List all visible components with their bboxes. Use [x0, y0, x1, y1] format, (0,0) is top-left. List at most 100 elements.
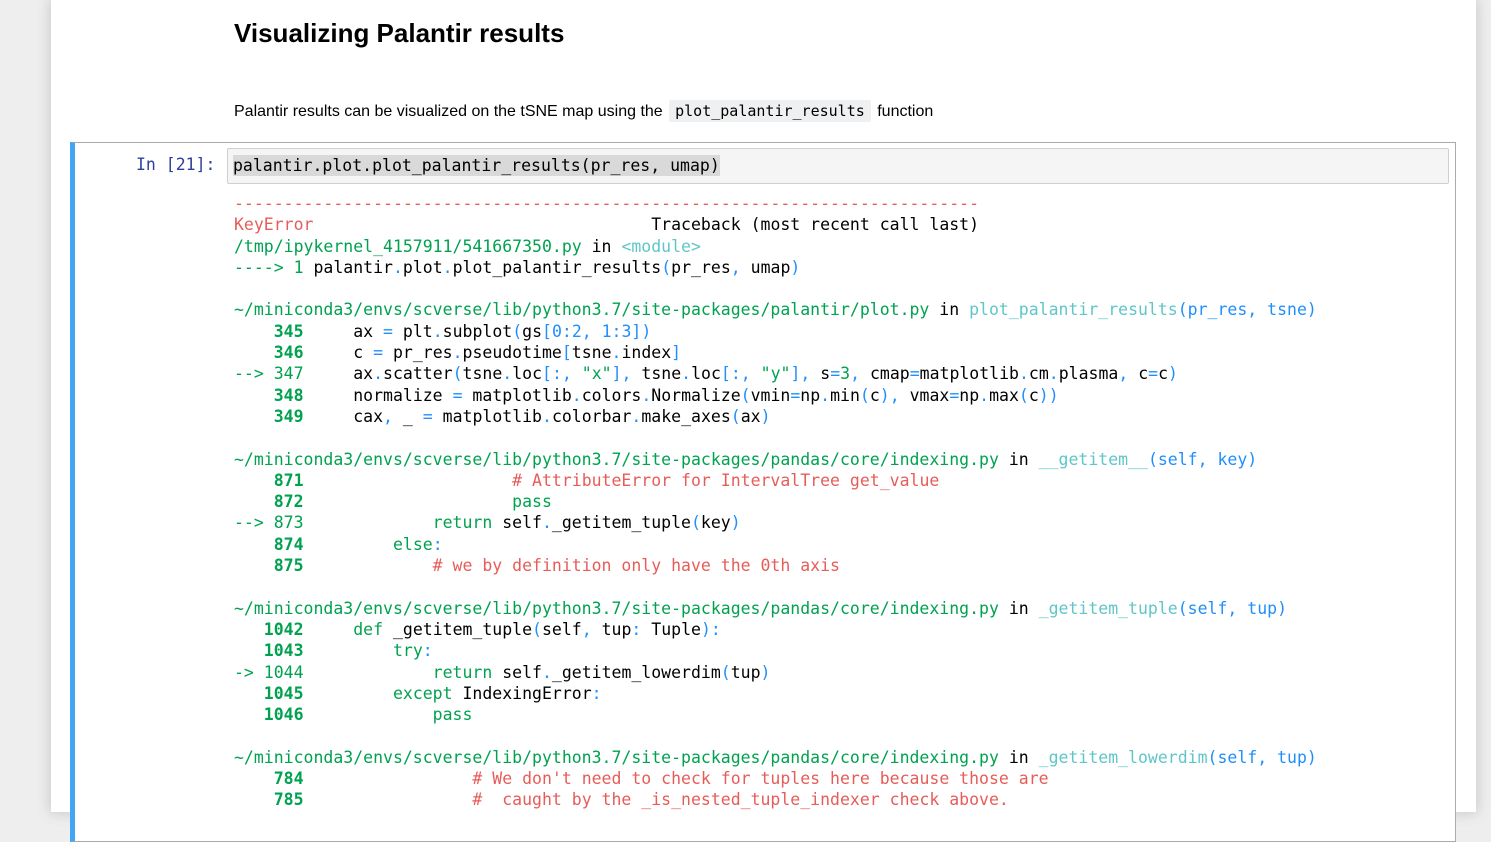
- traceback-segment: Normalize: [651, 385, 741, 405]
- traceback-segment: Traceback (most recent call last): [313, 215, 980, 235]
- traceback-segment: ~/miniconda3/envs/scverse/lib/python3.7/…: [234, 300, 930, 320]
- traceback-segment: in: [998, 747, 1039, 767]
- traceback-segment: (: [512, 321, 523, 341]
- traceback-segment: ],: [790, 364, 821, 384]
- traceback-segment: tsne: [641, 364, 682, 384]
- traceback-segment: --> 873: [234, 513, 304, 533]
- traceback-segment: =: [1148, 364, 1159, 384]
- traceback-segment: plot_palantir_results: [969, 300, 1178, 320]
- traceback-line: 874 else:: [234, 534, 1317, 555]
- traceback-segment: --> 347: [234, 364, 304, 384]
- traceback-segment: subplot: [442, 321, 513, 341]
- traceback-segment: # we by definition only have the 0th axi…: [303, 556, 840, 576]
- traceback-segment: =: [949, 385, 960, 405]
- code-input-text[interactable]: palantir.plot.plot_palantir_results(pr_r…: [233, 155, 720, 176]
- traceback-segment: ): [790, 257, 801, 277]
- traceback-segment: .: [1048, 364, 1059, 384]
- traceback-segment: _getitem_lowerdim: [1038, 747, 1208, 767]
- traceback-segment: pass: [303, 705, 473, 725]
- traceback-segment: ,: [850, 364, 870, 384]
- traceback-segment: plot_palantir_results: [452, 257, 662, 277]
- traceback-segment: [: [561, 343, 572, 363]
- traceback-segment: :: [432, 534, 443, 554]
- traceback-segment: =: [383, 321, 393, 341]
- traceback-segment: ~/miniconda3/envs/scverse/lib/python3.7/…: [234, 598, 999, 618]
- traceback-segment: ],: [611, 364, 642, 384]
- traceback-segment: gs: [522, 321, 543, 341]
- traceback-segment: 1043: [234, 641, 304, 661]
- markdown-paragraph: Palantir results can be visualized on th…: [234, 99, 933, 124]
- traceback-segment: <module>: [621, 236, 701, 256]
- traceback-line: 1046 pass: [234, 704, 1317, 725]
- traceback-segment: in: [998, 449, 1039, 469]
- traceback-segment: ),: [879, 385, 910, 405]
- traceback-segment: ,: [383, 406, 403, 426]
- traceback-segment: 785: [234, 790, 304, 810]
- traceback-segment: in: [929, 300, 970, 320]
- traceback-segment: ,: [1118, 364, 1139, 384]
- traceback-segment: min: [830, 385, 860, 405]
- traceback-segment: max: [989, 385, 1019, 405]
- traceback-segment: .: [432, 321, 443, 341]
- traceback-segment: plasma: [1058, 364, 1119, 384]
- traceback-segment: cax: [303, 406, 384, 426]
- traceback-segment: .: [820, 385, 831, 405]
- traceback-segment: .: [392, 257, 403, 277]
- traceback-segment: 784: [234, 769, 304, 789]
- traceback-segment: 345: [234, 321, 304, 341]
- traceback-segment: .: [979, 385, 990, 405]
- traceback-segment: ): [1168, 364, 1178, 384]
- traceback-segment: self: [541, 619, 582, 639]
- traceback-line: [234, 576, 1317, 597]
- traceback-segment: (: [1018, 385, 1029, 405]
- traceback-segment: .: [611, 343, 622, 363]
- traceback-line: ~/miniconda3/envs/scverse/lib/python3.7/…: [234, 747, 1317, 768]
- traceback-segment: tsne: [571, 343, 612, 363]
- traceback-segment: vmax: [909, 385, 950, 405]
- traceback-segment: .: [1018, 364, 1029, 384]
- traceback-segment: [0:2, 1:3]): [542, 321, 652, 341]
- traceback-segment: (self, key): [1147, 449, 1258, 469]
- traceback-segment: .: [541, 513, 552, 533]
- traceback-line: --> 873 return self._getitem_tuple(key): [234, 512, 1317, 533]
- traceback-line: ----> 1 palantir.plot.plot_palantir_resu…: [234, 257, 1317, 278]
- traceback-line: KeyError Traceback (most recent call las…: [234, 214, 1317, 235]
- traceback-line: 871 # AttributeError for IntervalTree ge…: [234, 470, 1317, 491]
- traceback-segment: pr_res: [671, 257, 731, 277]
- traceback-segment: /tmp/ipykernel_4157911/541667350.py: [234, 236, 582, 256]
- traceback-segment: tup: [601, 619, 632, 639]
- traceback-segment: =: [909, 364, 920, 384]
- traceback-segment: ax: [740, 406, 761, 426]
- traceback-line: -> 1044 return self._getitem_lowerdim(tu…: [234, 662, 1317, 683]
- traceback-segment: .: [631, 406, 642, 426]
- traceback-segment: (: [661, 257, 672, 277]
- traceback-segment: cm: [1028, 364, 1049, 384]
- traceback-segment: ): [760, 662, 771, 682]
- traceback-segment: cmap: [869, 364, 910, 384]
- traceback-segment: (: [859, 385, 870, 405]
- traceback-segment: .: [541, 662, 552, 682]
- traceback-segment: 1042: [234, 619, 304, 639]
- traceback-line: [234, 427, 1317, 448]
- traceback-segment: .: [641, 385, 652, 405]
- markdown-heading: Visualizing Palantir results: [234, 18, 565, 48]
- traceback-segment: _getitem_lowerdim: [551, 662, 721, 682]
- traceback-segment: ): [730, 513, 741, 533]
- traceback-segment: -> 1044: [234, 662, 304, 682]
- traceback-segment: (: [690, 513, 701, 533]
- inline-code: plot_palantir_results: [669, 100, 871, 122]
- traceback-line: 875 # we by definition only have the 0th…: [234, 555, 1317, 576]
- traceback-segment: .: [571, 385, 582, 405]
- traceback-segment: ): [760, 406, 771, 426]
- traceback-segment: tup: [730, 662, 761, 682]
- traceback-segment: colors: [581, 385, 642, 405]
- traceback-line: 785 # caught by the _is_nested_tuple_ind…: [234, 789, 1317, 810]
- traceback-segment: =: [830, 364, 841, 384]
- traceback-segment: 874: [234, 534, 304, 554]
- traceback-segment: c: [1138, 364, 1149, 384]
- traceback-segment: .: [452, 343, 463, 363]
- traceback-segment: "x": [581, 364, 612, 384]
- traceback-segment: loc: [691, 364, 721, 384]
- traceback-line: 872 pass: [234, 491, 1317, 512]
- traceback-segment: _getitem_tuple: [1038, 598, 1178, 618]
